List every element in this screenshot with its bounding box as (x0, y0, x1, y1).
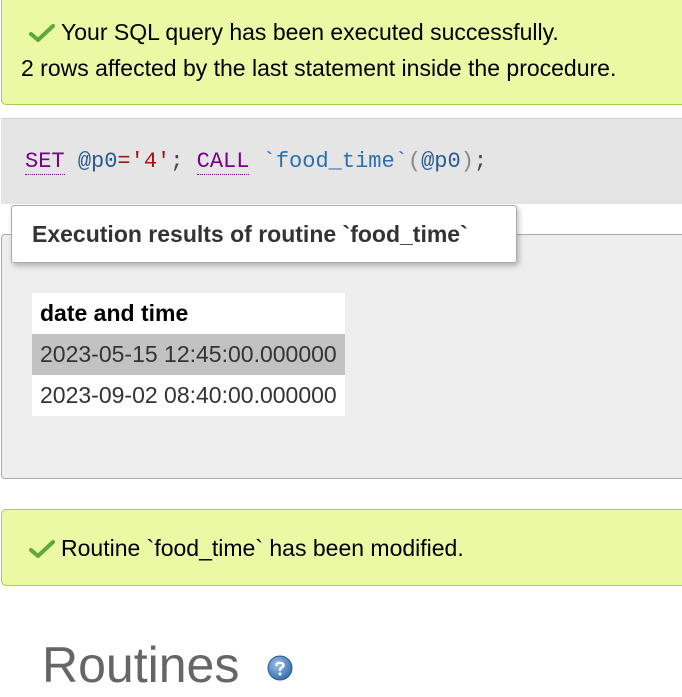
success-line-1: Your SQL query has been executed success… (29, 18, 559, 46)
sql-semicolon: ; (170, 149, 184, 174)
success-message: Your SQL query has been executed success… (61, 19, 559, 45)
column-header-date-and-time[interactable]: date and time (32, 293, 345, 334)
execution-results-legend: Execution results of routine `food_time` (11, 205, 517, 263)
sql-query-box: SET @p0='4'; CALL `food_time`(@p0); (1, 118, 682, 204)
sql-string-value: '4' (130, 149, 171, 174)
modified-notice: Routine `food_time` has been modified. (1, 509, 682, 586)
sql-routine-name: `food_time` (262, 149, 408, 174)
modified-message: Routine `food_time` has been modified. (61, 535, 464, 561)
routines-heading: Routines (42, 637, 240, 693)
success-notice: Your SQL query has been executed success… (1, 0, 682, 105)
table-header-row: date and time (32, 293, 345, 334)
table-cell: 2023-09-02 08:40:00.000000 (32, 375, 345, 416)
sql-close-paren: ) (460, 149, 474, 174)
sql-operator: = (117, 149, 131, 174)
rows-affected-message: 2 rows affected by the last statement in… (21, 55, 617, 81)
sql-semicolon: ; (473, 149, 488, 174)
sql-keyword-set[interactable]: SET (25, 149, 65, 175)
table-row[interactable]: 2023-05-15 12:45:00.000000 (32, 334, 345, 375)
sql-variable: @p0 (77, 149, 118, 174)
sql-keyword-call[interactable]: CALL (196, 149, 250, 175)
help-icon[interactable] (267, 655, 293, 681)
sql-argument: @p0 (421, 149, 461, 174)
table-row[interactable]: 2023-09-02 08:40:00.000000 (32, 375, 345, 416)
table-cell: 2023-05-15 12:45:00.000000 (32, 334, 345, 375)
sql-open-paren: ( (407, 149, 422, 174)
check-icon (29, 24, 55, 42)
modified-line: Routine `food_time` has been modified. (29, 534, 464, 562)
check-icon (29, 540, 55, 558)
results-table: date and time 2023-05-15 12:45:00.000000… (32, 293, 345, 416)
sql-query-code: SET @p0='4'; CALL `food_time`(@p0); (25, 147, 487, 177)
